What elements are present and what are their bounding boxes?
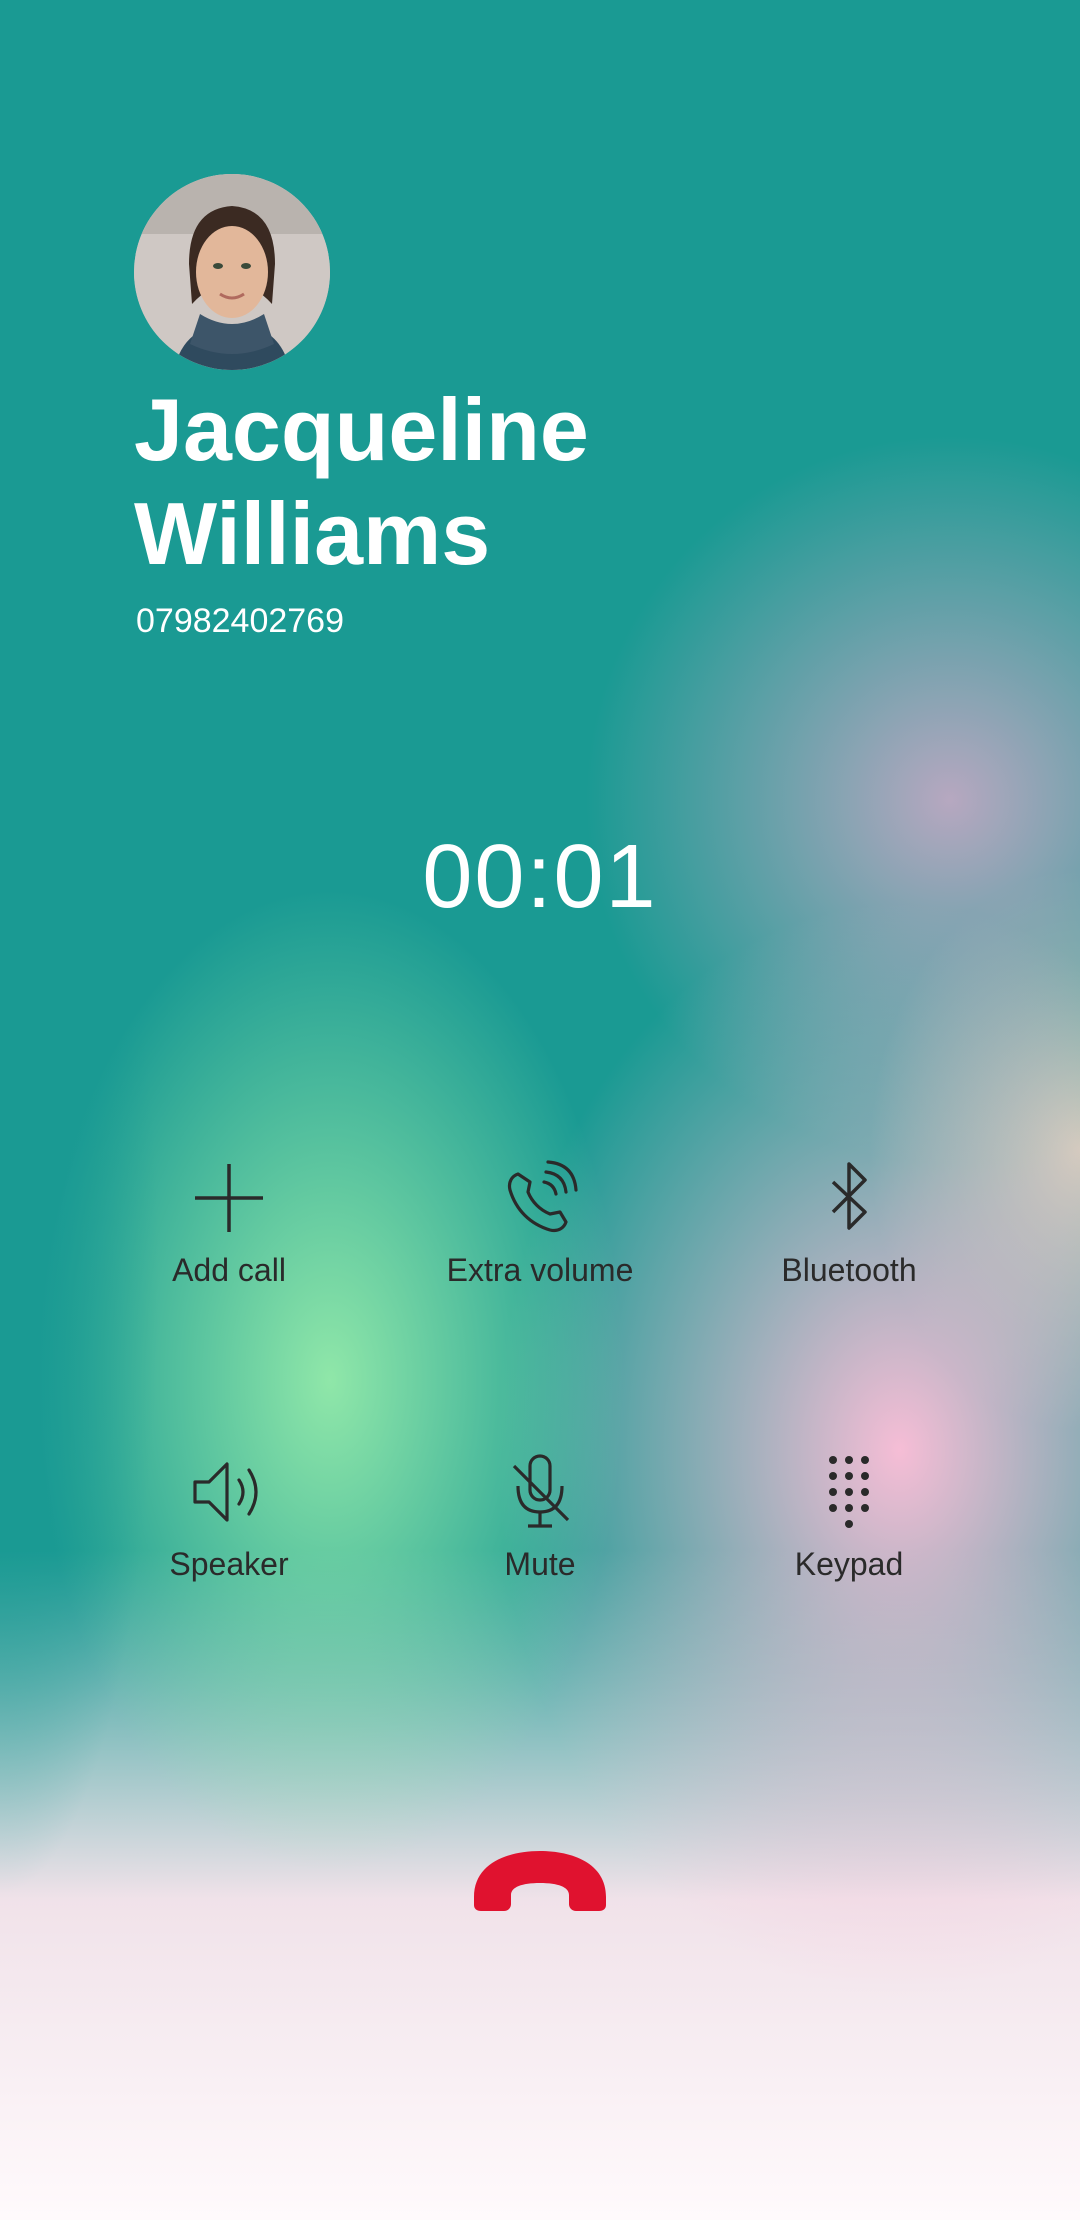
bluetooth-button[interactable]: Bluetooth <box>724 1158 974 1290</box>
end-call-icon <box>474 1851 606 1911</box>
speaker-label: Speaker <box>169 1546 289 1582</box>
speaker-button[interactable]: Speaker <box>104 1452 354 1584</box>
end-call-button[interactable] <box>468 1845 612 1925</box>
mute-label: Mute <box>504 1546 576 1582</box>
extra-volume-icon <box>507 1160 578 1233</box>
call-timer: 00:01 <box>422 827 658 927</box>
keypad-icon <box>829 1456 869 1528</box>
mute-button[interactable]: Mute <box>415 1452 665 1584</box>
caller-number: 07982402769 <box>136 602 345 640</box>
add-call-label: Add call <box>172 1252 286 1288</box>
add-call-button[interactable]: Add call <box>104 1158 354 1290</box>
keypad-button[interactable]: Keypad <box>724 1452 974 1584</box>
caller-avatar <box>134 174 330 370</box>
bluetooth-label: Bluetooth <box>781 1252 917 1288</box>
extra-volume-button[interactable]: Extra volume <box>415 1158 665 1290</box>
caller-name: Jacqueline Williams <box>134 380 589 583</box>
keypad-label: Keypad <box>794 1546 904 1582</box>
add-icon <box>195 1164 263 1232</box>
extra-volume-label: Extra volume <box>446 1252 634 1288</box>
speaker-icon <box>193 1462 258 1522</box>
in-call-screen: Jacqueline Williams 07982402769 00:01 Ad… <box>0 0 1080 2220</box>
bluetooth-icon <box>831 1162 867 1230</box>
mute-icon <box>512 1454 570 1528</box>
